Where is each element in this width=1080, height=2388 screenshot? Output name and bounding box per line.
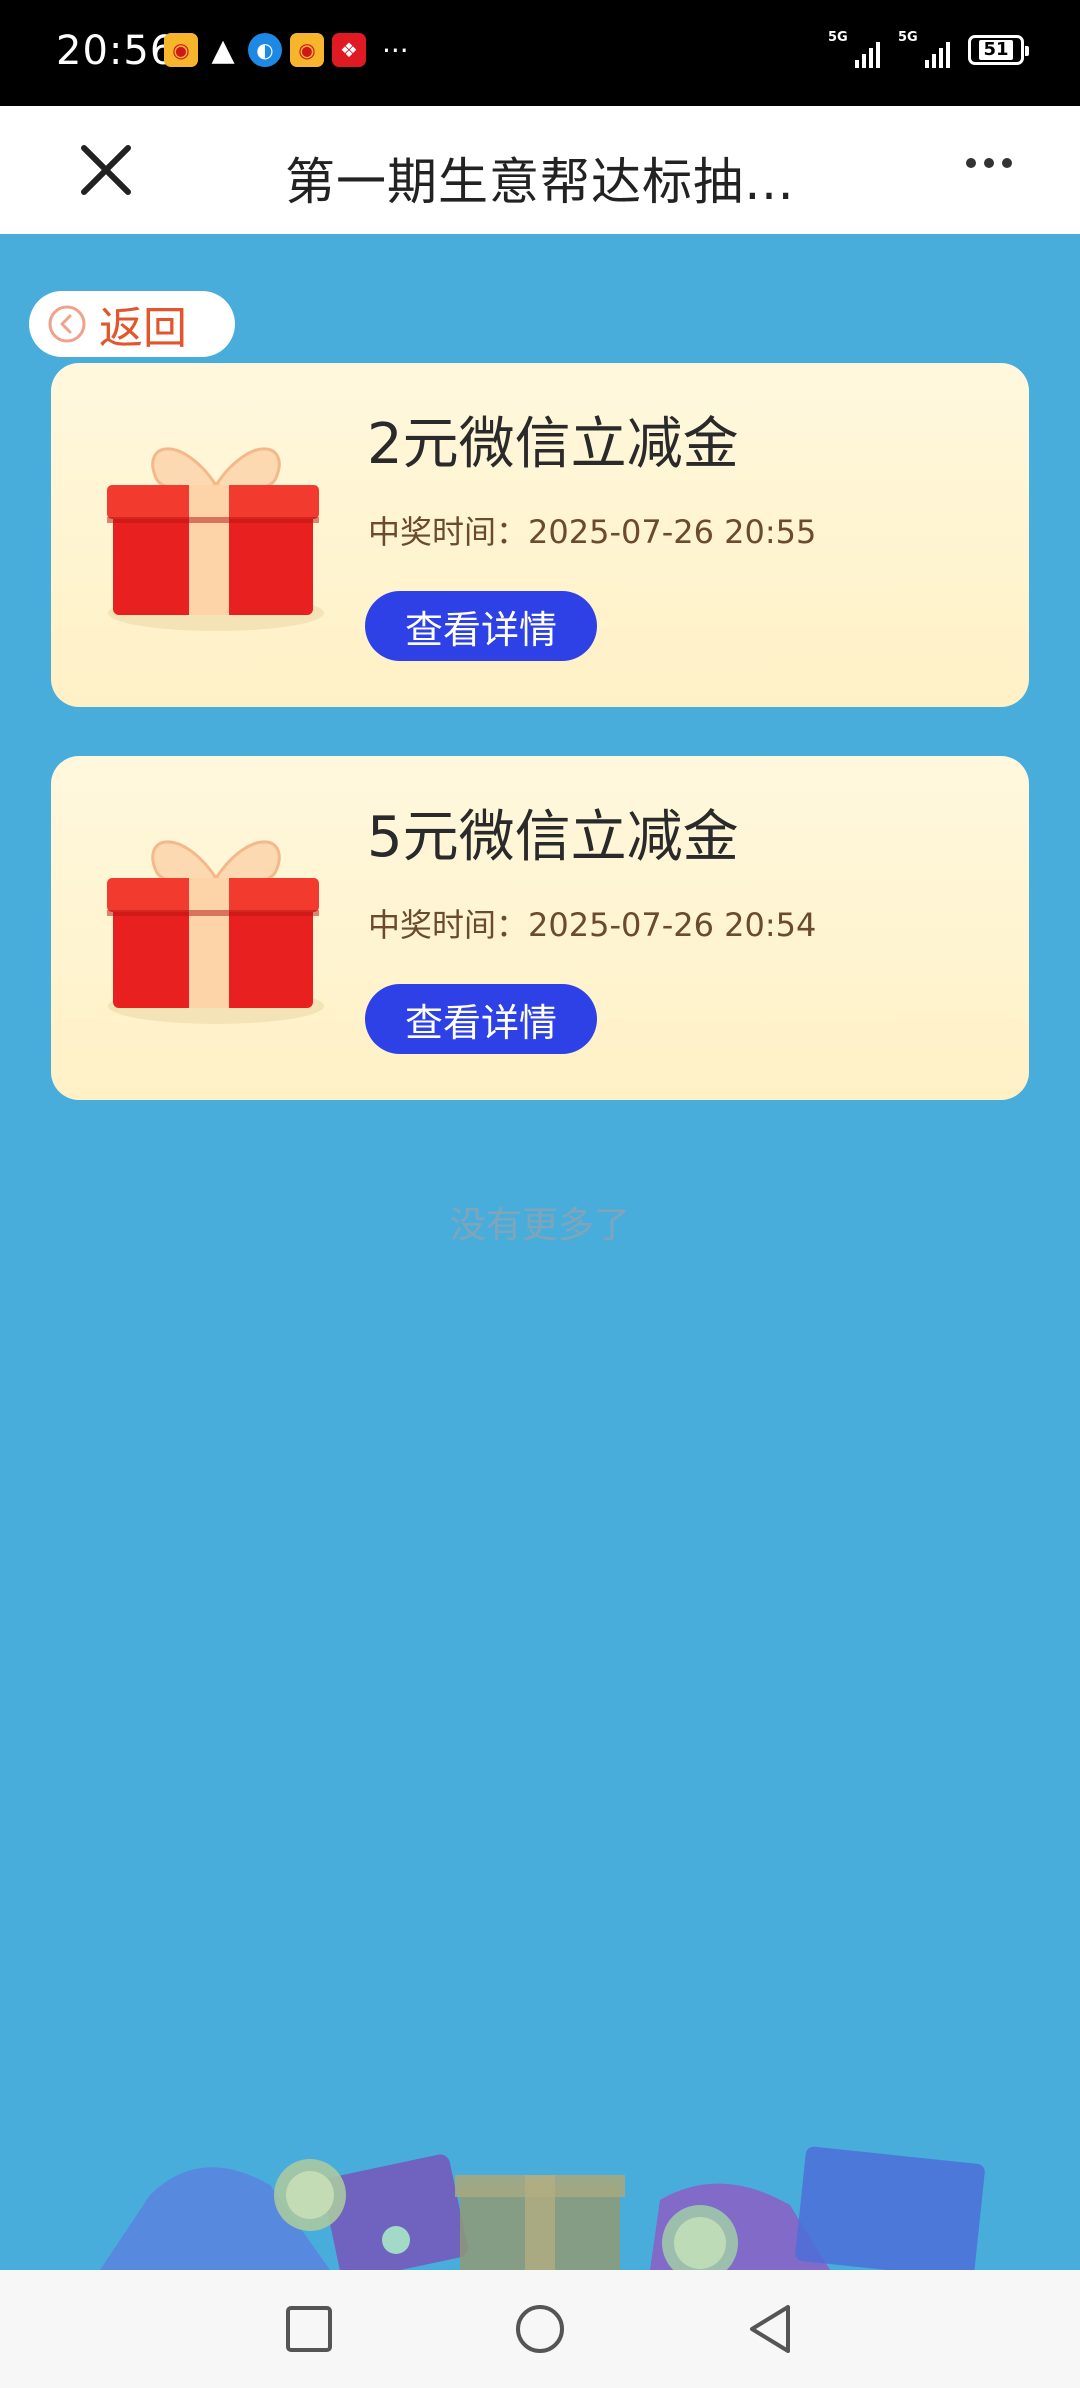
qq-icon: ▲ bbox=[211, 32, 235, 68]
signal-icon: 5G bbox=[828, 30, 880, 70]
dot-icon bbox=[984, 158, 994, 168]
battery-icon: 51 bbox=[968, 35, 1029, 65]
dot-icon bbox=[1002, 158, 1012, 168]
prize-time-label: 中奖时间： bbox=[368, 906, 529, 944]
weibo-icon: ◉ bbox=[164, 33, 198, 67]
back-button[interactable]: 返回 bbox=[29, 291, 235, 357]
status-time: 20:56 bbox=[56, 28, 177, 74]
chevron-left-icon bbox=[48, 305, 86, 343]
prize-time-value: 2025-07-26 20:55 bbox=[528, 513, 817, 551]
prize-time: 中奖时间：2025-07-26 20:55 bbox=[368, 507, 816, 553]
decoration-illustration bbox=[100, 2146, 985, 2270]
home-icon[interactable] bbox=[513, 2302, 567, 2356]
back-nav-icon[interactable] bbox=[744, 2302, 798, 2356]
gift-box-icon bbox=[107, 447, 324, 631]
view-details-button[interactable]: 查看详情 bbox=[365, 984, 597, 1054]
weibo-icon: ◉ bbox=[290, 33, 324, 67]
no-more-text: 没有更多了 bbox=[449, 1205, 630, 1246]
status-bar: 20:56 ◉ ▲ ◐ ◉ ❖ ··· 5G 5G 51 bbox=[0, 0, 1080, 106]
signal-icon: 5G bbox=[898, 30, 950, 70]
gift-box-icon bbox=[107, 840, 324, 1024]
prize-card: 5元微信立减金 中奖时间：2025-07-26 20:54 查看详情 bbox=[51, 756, 1029, 1100]
prize-time-label: 中奖时间： bbox=[368, 513, 529, 551]
navigation-bar bbox=[0, 2270, 1080, 2388]
notification-icons: ◉ ▲ ◐ ◉ ❖ ··· bbox=[164, 32, 409, 68]
prize-name: 2元微信立减金 bbox=[367, 412, 739, 477]
battery-level: 51 bbox=[979, 40, 1013, 60]
dot-icon bbox=[966, 158, 976, 168]
title-bar: 第一期生意帮达标抽… bbox=[0, 106, 1080, 234]
page-title: 第一期生意帮达标抽… bbox=[285, 153, 795, 211]
recent-apps-icon[interactable] bbox=[282, 2302, 336, 2356]
app-red-icon: ❖ bbox=[332, 33, 366, 67]
browser-icon: ◐ bbox=[248, 33, 282, 67]
prize-time-value: 2025-07-26 20:54 bbox=[528, 906, 817, 944]
view-details-button[interactable]: 查看详情 bbox=[365, 591, 597, 661]
prize-card: 2元微信立减金 中奖时间：2025-07-26 20:55 查看详情 bbox=[51, 363, 1029, 707]
more-options-button[interactable] bbox=[966, 158, 1012, 168]
prize-name: 5元微信立减金 bbox=[367, 805, 739, 870]
prize-time: 中奖时间：2025-07-26 20:54 bbox=[368, 900, 816, 946]
more-notifications-icon: ··· bbox=[382, 33, 409, 67]
back-label: 返回 bbox=[99, 303, 187, 354]
